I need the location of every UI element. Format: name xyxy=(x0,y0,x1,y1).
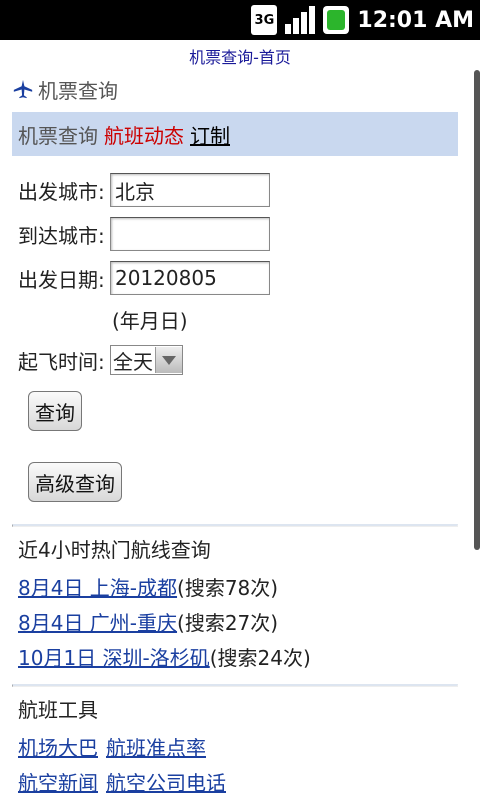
time-label: 起飞时间: xyxy=(18,349,105,374)
tools-row: 机场大巴 航班准点率 xyxy=(12,729,458,764)
hot-route-link[interactable]: 8月4日 上海-成都 xyxy=(18,572,177,601)
hot-route-link[interactable]: 10月1日 深圳-洛杉矶 xyxy=(18,642,210,671)
nav-bar: 机票查询 航班动态 订制 xyxy=(12,112,458,156)
airplane-icon xyxy=(13,79,33,99)
signal-icon xyxy=(283,4,317,36)
status-bar: 3G 12:01 AM xyxy=(0,0,480,40)
main-content: 机票查询 机票查询 航班动态 订制 出发城市: 北京 到达城市: 出发日期: 2… xyxy=(12,66,458,799)
on-time-rate-link[interactable]: 航班准点率 xyxy=(106,732,206,761)
time-select-value: 全天 xyxy=(113,349,153,374)
scrollbar[interactable] xyxy=(474,70,480,550)
departure-label: 出发城市: xyxy=(18,179,105,204)
arrival-city-input[interactable] xyxy=(110,217,270,251)
search-button[interactable]: 查询 xyxy=(28,391,82,431)
departure-time-select[interactable]: 全天 xyxy=(110,345,183,375)
list-item: 10月1日 深圳-洛杉矶 (搜索24次) xyxy=(12,639,458,674)
nav-current: 机票查询 xyxy=(18,123,98,148)
list-item: 8月4日 上海-成都 (搜索78次) xyxy=(12,569,458,604)
status-time: 12:01 AM xyxy=(357,7,474,33)
tools-row: 航空新闻 航空公司电话 xyxy=(12,764,458,799)
search-count: (搜索78次) xyxy=(177,576,279,600)
search-form: 出发城市: 北京 到达城市: 出发日期: 20120805 (年月日) 起飞时间… xyxy=(12,156,458,524)
site-header: 机票查询 xyxy=(12,66,458,112)
search-count: (搜索27次) xyxy=(177,611,279,635)
logo-text: 机票查询 xyxy=(38,78,118,103)
search-count: (搜索24次) xyxy=(209,646,311,670)
advanced-search-button[interactable]: 高级查询 xyxy=(28,462,122,502)
battery-icon xyxy=(323,6,350,34)
date-label: 出发日期: xyxy=(18,267,105,292)
hot-routes-heading: 近4小时热门航线查询 xyxy=(18,537,211,562)
hot-route-link[interactable]: 8月4日 广州-重庆 xyxy=(18,607,177,636)
network-3g-icon: 3G xyxy=(251,5,278,35)
nav-flight-status-link[interactable]: 航班动态 xyxy=(104,120,184,149)
list-item: 8月4日 广州-重庆 (搜索27次) xyxy=(12,604,458,639)
page-title: 机票查询-首页 xyxy=(189,48,291,67)
arrival-label: 到达城市: xyxy=(18,223,105,248)
airport-bus-link[interactable]: 机场大巴 xyxy=(18,732,98,761)
chevron-down-icon xyxy=(155,347,182,373)
aviation-news-link[interactable]: 航空新闻 xyxy=(18,767,98,796)
departure-date-input[interactable]: 20120805 xyxy=(110,261,270,295)
date-format-hint: (年月日) xyxy=(112,308,188,333)
nav-customize-link[interactable]: 订制 xyxy=(190,120,230,149)
departure-city-input[interactable]: 北京 xyxy=(110,173,270,207)
airline-phone-link[interactable]: 航空公司电话 xyxy=(106,767,226,796)
flight-tools-heading: 航班工具 xyxy=(18,697,98,722)
